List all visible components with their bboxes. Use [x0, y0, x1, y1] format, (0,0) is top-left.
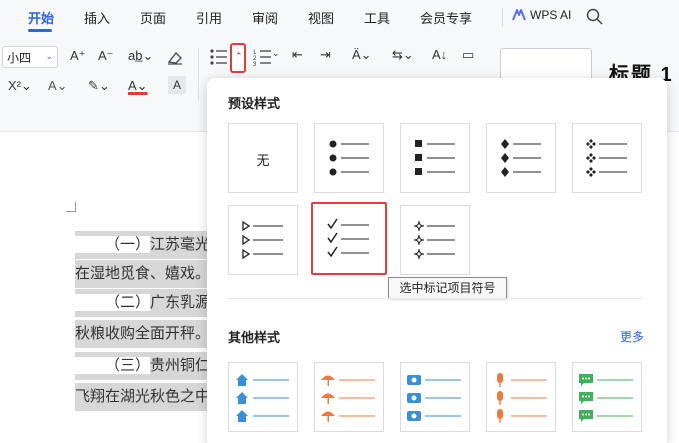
bullet-list-icon[interactable] — [208, 46, 230, 68]
font-color-icon[interactable]: A⌄ — [128, 78, 148, 94]
chat-bubble-bullet-icon — [579, 374, 633, 422]
menu-page[interactable]: 页面 — [140, 8, 166, 27]
chevron-down-icon: ⌄ — [45, 51, 53, 61]
menu-tools[interactable]: 工具 — [364, 8, 390, 27]
checkmark-bullet-icon — [327, 218, 369, 258]
wps-ai-label: WPS AI — [530, 8, 572, 22]
menu-divider — [502, 8, 503, 26]
doc-line[interactable]: 在湿地觅食、嬉戏。 — [75, 260, 211, 288]
svg-text:3: 3 — [253, 62, 257, 68]
bullet-style-diamond[interactable] — [486, 123, 556, 193]
bullet-style-tag[interactable] — [400, 362, 470, 432]
preset-styles-title: 预设样式 — [228, 96, 281, 111]
doc-line[interactable]: （一）江苏毫光 — [75, 231, 211, 259]
char-spacing-icon[interactable]: Ä⌄ — [352, 47, 372, 63]
tag-bullet-icon — [407, 375, 461, 421]
text-direction-icon[interactable]: ⇆⌄ — [392, 47, 414, 63]
shrink-font-icon[interactable]: A⁻ — [98, 48, 114, 64]
doc-line[interactable]: 秋粮收购全面开秤。 — [75, 320, 211, 348]
search-icon[interactable] — [586, 8, 603, 25]
menu-reference[interactable]: 引用 — [196, 8, 222, 27]
show-marks-icon[interactable]: ▭ — [462, 47, 474, 63]
bullet-style-arrow[interactable] — [228, 205, 298, 275]
doc-line[interactable]: （三）贵州铜仁 — [75, 352, 211, 380]
menu-insert[interactable]: 插入 — [84, 8, 110, 27]
arrow-bullet-icon — [242, 220, 283, 260]
grow-font-icon[interactable]: A⁺ — [70, 48, 86, 64]
highlight-icon[interactable]: ✎⌄ — [88, 78, 110, 94]
menu-review[interactable]: 审阅 — [252, 8, 278, 27]
superscript-icon[interactable]: X²⌄ — [8, 78, 32, 94]
bullet-style-none[interactable]: 无 — [228, 123, 298, 193]
sort-icon[interactable]: A↓ — [432, 47, 447, 62]
chevron-up-icon: ⌃ — [235, 51, 243, 61]
none-label: 无 — [256, 153, 270, 168]
menu-view[interactable]: 视图 — [308, 8, 334, 27]
bullet-style-microphone[interactable] — [486, 362, 556, 432]
decrease-indent-icon[interactable]: ⇤ — [292, 47, 303, 63]
quad-diamond-bullet-icon — [586, 139, 627, 177]
more-styles-link[interactable]: 更多 — [620, 328, 644, 345]
page-corner-mark — [66, 202, 76, 212]
bullet-style-square[interactable] — [400, 123, 470, 193]
increase-indent-icon[interactable]: ⇥ — [320, 47, 331, 63]
diamond-bullet-icon — [501, 139, 541, 177]
numbered-list-icon[interactable]: 1 2 3 — [252, 46, 274, 68]
star-bullet-icon — [413, 220, 455, 260]
text-effect-icon[interactable]: A⌄ — [48, 78, 68, 94]
bullet-style-umbrella[interactable] — [314, 362, 384, 432]
umbrella-bullet-icon — [321, 375, 375, 422]
bullet-style-checkmark[interactable] — [311, 202, 387, 275]
house-bullet-icon — [236, 374, 289, 422]
menu-bar: 开始 插入 页面 引用 审阅 视图 工具 会员专享 WPS AI — [0, 0, 679, 34]
chevron-down-icon[interactable]: ⌄ — [272, 48, 280, 59]
clear-format-icon[interactable] — [166, 50, 184, 66]
square-bullet-icon — [415, 140, 455, 175]
other-styles-title: 其他样式 — [228, 330, 281, 345]
doc-line[interactable]: 飞翔在湖光秋色之中 — [75, 383, 211, 411]
bullet-style-circle[interactable] — [314, 123, 384, 193]
bullet-style-house[interactable] — [228, 362, 298, 432]
tooltip: 选中标记项目符号 — [388, 277, 507, 299]
menu-active-indicator — [28, 29, 52, 32]
bullet-style-chat[interactable] — [572, 362, 642, 432]
bullet-dropdown-button[interactable]: ⌃ — [230, 43, 246, 73]
doc-line[interactable]: （二）广东乳源 — [75, 289, 211, 317]
bullet-style-quad-diamond[interactable] — [572, 123, 642, 193]
phonetic-icon[interactable]: ab̲⌄ — [128, 48, 153, 64]
bullet-style-star[interactable] — [400, 205, 470, 275]
bullet-style-dropdown: 预设样式 无 选中标记项目符号 其他样式 更多 — [207, 78, 667, 443]
menu-home[interactable]: 开始 — [28, 8, 54, 27]
microphone-bullet-icon — [497, 373, 547, 423]
menu-member[interactable]: 会员专享 — [420, 8, 472, 27]
toolbar-divider — [198, 48, 199, 100]
circle-bullet-icon — [329, 140, 369, 176]
section-divider — [227, 298, 643, 299]
wps-ai-icon — [512, 9, 526, 21]
char-shading-icon[interactable]: A — [168, 76, 187, 94]
font-size-value: 小四 — [7, 51, 32, 65]
wps-ai-button[interactable]: WPS AI — [512, 8, 571, 22]
font-size-select[interactable]: 小四 ⌄ — [2, 46, 58, 68]
